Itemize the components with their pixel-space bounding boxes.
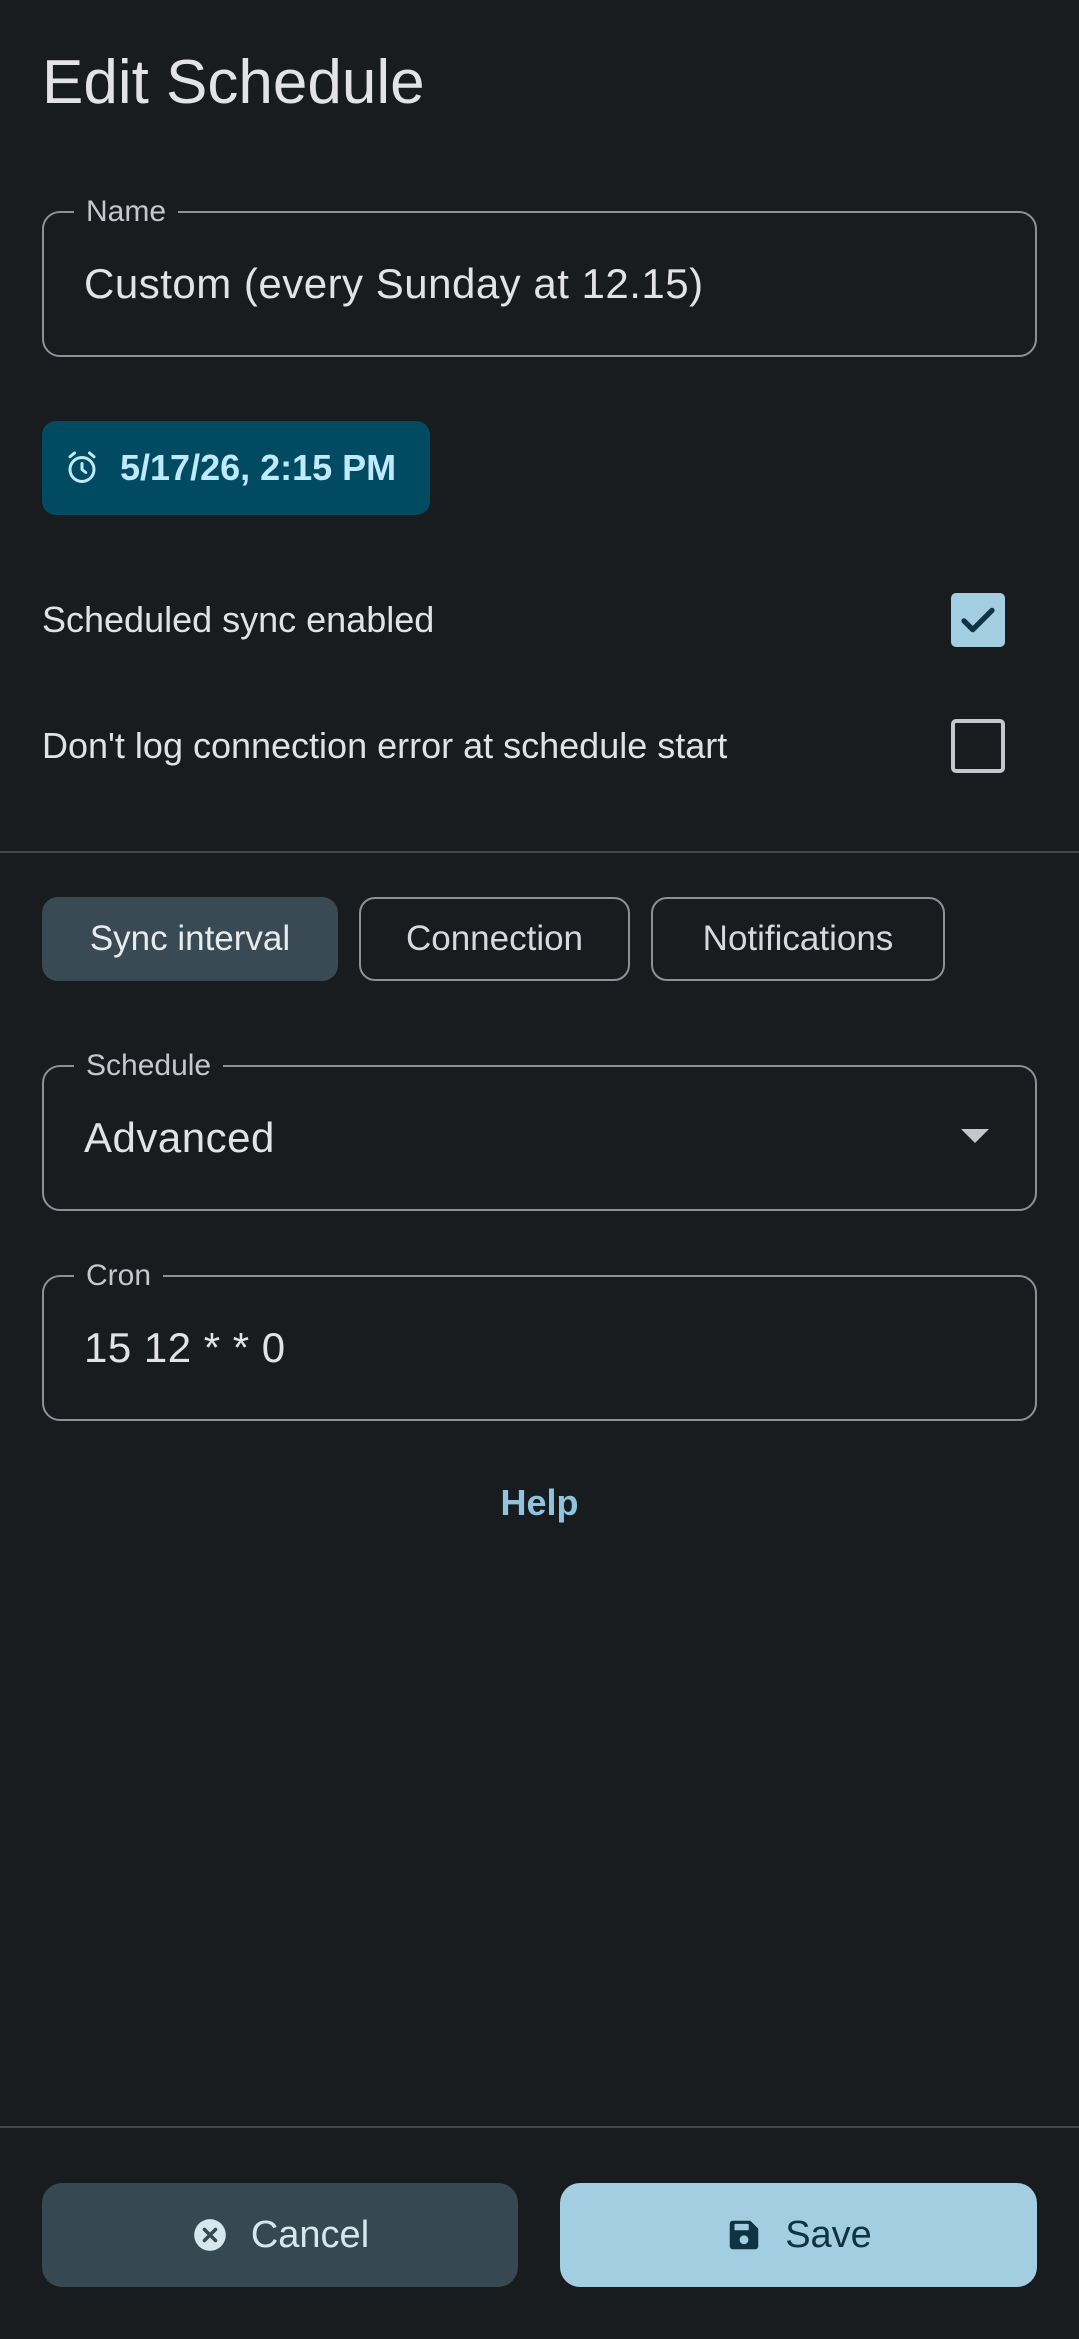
help-link[interactable]: Help: [0, 1482, 1079, 1524]
cancel-button[interactable]: Cancel: [42, 2183, 518, 2287]
dialog-title: Edit Schedule: [42, 48, 425, 117]
dont-log-error-checkbox[interactable]: [951, 719, 1005, 773]
next-run-datetime-label: 5/17/26, 2:15 PM: [120, 447, 397, 488]
schedule-select[interactable]: Schedule Advanced: [42, 1050, 1037, 1211]
section-divider: [0, 851, 1079, 853]
cron-field[interactable]: Cron 15 12 * * 0: [42, 1260, 1037, 1421]
checkmark-icon: [961, 607, 995, 633]
footer-divider: [0, 2126, 1079, 2128]
cancel-circle-icon: [194, 2219, 226, 2251]
tab-notifications[interactable]: Notifications: [651, 897, 945, 981]
save-button-label: Save: [785, 2213, 872, 2256]
cron-field-value[interactable]: 15 12 * * 0: [84, 1277, 286, 1418]
name-field-value[interactable]: Custom (every Sunday at 12.15): [84, 213, 704, 354]
scheduled-sync-label: Scheduled sync enabled: [42, 599, 435, 640]
schedule-select-value: Advanced: [84, 1113, 275, 1161]
dropdown-arrow-icon[interactable]: [961, 1129, 989, 1143]
save-disk-icon: [729, 2220, 759, 2250]
save-button[interactable]: Save: [560, 2183, 1037, 2287]
cancel-button-label: Cancel: [250, 2213, 370, 2256]
tab-sync-interval[interactable]: Sync interval: [42, 897, 338, 981]
next-run-datetime-button[interactable]: 5/17/26, 2:15 PM: [42, 421, 430, 515]
dont-log-error-row[interactable]: Don't log connection error at schedule s…: [42, 711, 1037, 781]
tab-connection[interactable]: Connection: [359, 897, 630, 981]
scheduled-sync-checkbox[interactable]: [951, 593, 1005, 647]
scheduled-sync-row[interactable]: Scheduled sync enabled: [42, 585, 1037, 655]
dont-log-error-label: Don't log connection error at schedule s…: [42, 725, 728, 766]
alarm-icon: [68, 451, 96, 483]
edit-schedule-dialog: Edit Schedule Name Custom (every Sunday …: [0, 0, 1079, 2339]
name-field[interactable]: Name Custom (every Sunday at 12.15): [42, 196, 1037, 357]
